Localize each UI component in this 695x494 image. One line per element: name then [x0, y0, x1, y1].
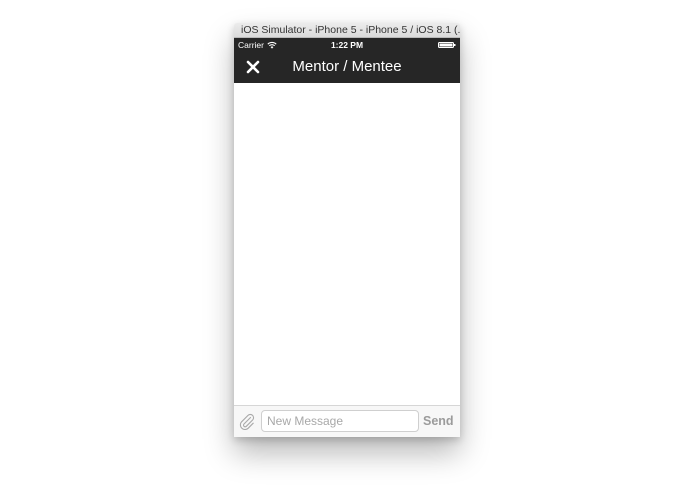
- navigation-bar: Carrier 1:22 PM Mentor / Mentee: [234, 38, 460, 83]
- paperclip-icon: [239, 413, 255, 431]
- desktop-background: iOS Simulator - iPhone 5 - iPhone 5 / iO…: [0, 0, 695, 494]
- window-titlebar[interactable]: iOS Simulator - iPhone 5 - iPhone 5 / iO…: [234, 23, 460, 38]
- status-bar: Carrier 1:22 PM: [234, 38, 460, 52]
- message-list[interactable]: [234, 83, 460, 405]
- window-title: iOS Simulator - iPhone 5 - iPhone 5 / iO…: [241, 24, 460, 36]
- attach-button[interactable]: [239, 413, 255, 431]
- phone-screen: Carrier 1:22 PM Mentor / Mentee New Mess…: [234, 38, 460, 437]
- send-button[interactable]: Send: [423, 413, 457, 429]
- battery-icon: [438, 42, 456, 48]
- simulator-window: iOS Simulator - iPhone 5 - iPhone 5 / iO…: [234, 23, 460, 437]
- page-title: Mentor / Mentee: [292, 58, 402, 75]
- message-input[interactable]: [261, 410, 419, 432]
- message-composer: Send: [234, 405, 460, 437]
- status-time: 1:22 PM: [330, 40, 364, 50]
